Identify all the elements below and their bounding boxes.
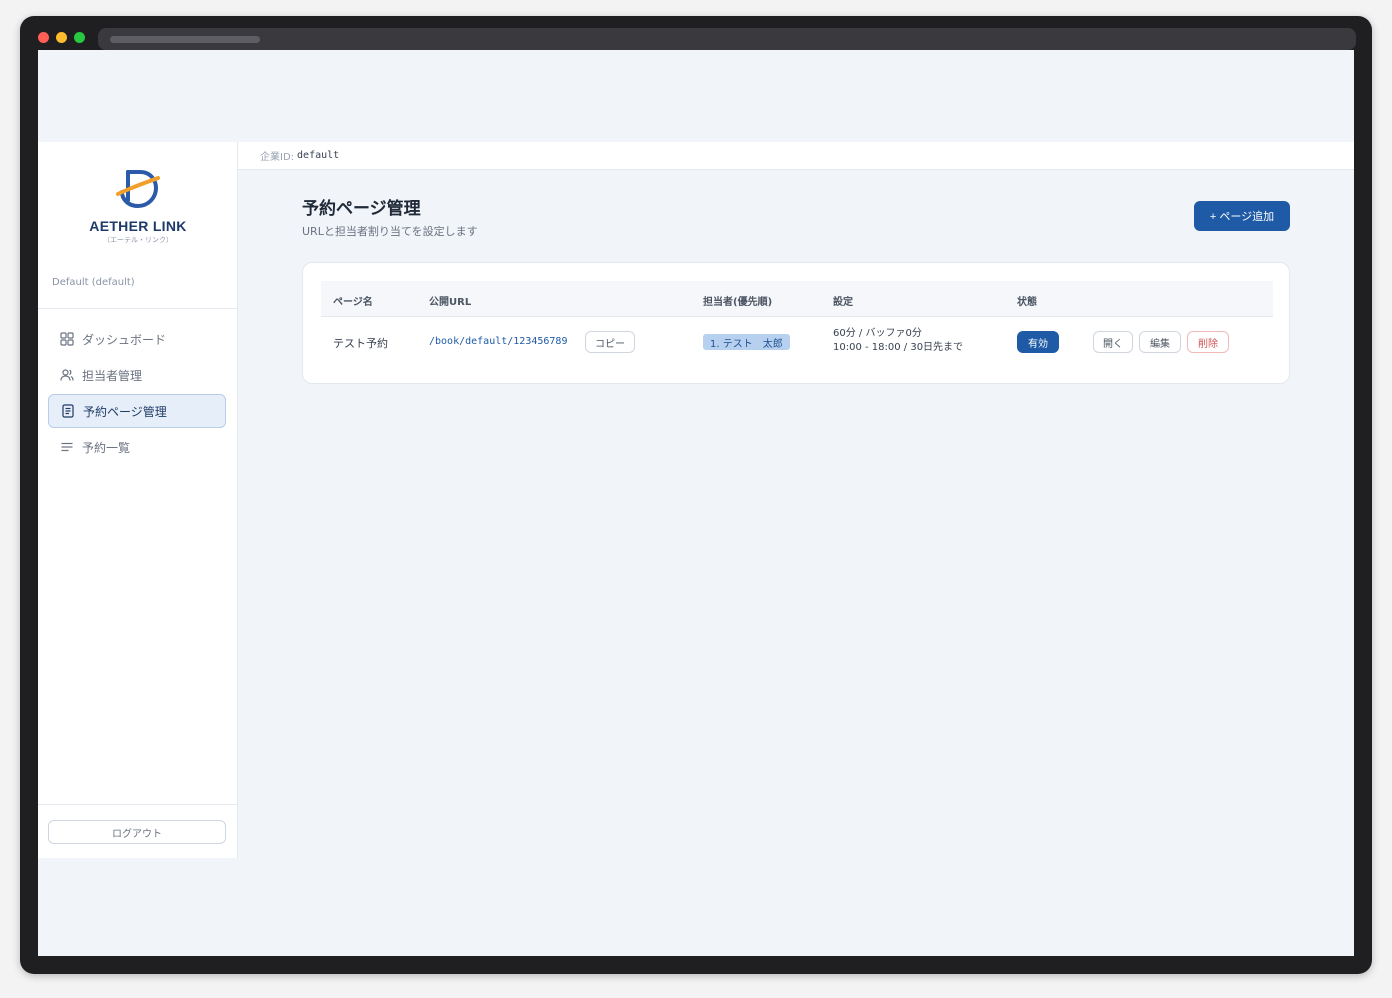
- logout-button[interactable]: ログアウト: [48, 820, 226, 844]
- app-frame: AETHER LINK （エーテル・リンク） Default (default)…: [38, 142, 1354, 858]
- sidebar-item-bookings[interactable]: 予約一覧: [48, 430, 226, 464]
- document-icon: [62, 404, 74, 418]
- browser-window: AETHER LINK （エーテル・リンク） Default (default)…: [20, 16, 1372, 974]
- column-header-public-url: 公開URL: [429, 297, 472, 308]
- address-bar-placeholder: [110, 36, 260, 43]
- page-viewport: AETHER LINK （エーテル・リンク） Default (default)…: [38, 50, 1354, 956]
- copy-url-button[interactable]: コピー: [585, 331, 635, 353]
- page-name-cell: テスト予約: [333, 337, 388, 350]
- aether-link-logo-icon: [116, 170, 160, 209]
- sidebar-item-label: 担当者管理: [82, 368, 143, 383]
- users-icon: [60, 369, 74, 381]
- page-subtitle: URLと担当者割り当てを設定します: [302, 225, 478, 238]
- sidebar-footer-divider: [38, 804, 238, 805]
- brand-subtitle: （エーテル・リンク）: [103, 236, 173, 244]
- sidebar-item-label: 予約一覧: [82, 440, 131, 455]
- minimize-window-button[interactable]: [56, 32, 67, 43]
- column-header-assignees: 担当者(優先順): [703, 297, 773, 308]
- booking-pages-table: ページ名 公開URL 担当者(優先順) 設定 状態 テスト予約 /book/de…: [302, 262, 1290, 384]
- company-id-label: 企業ID:: [260, 152, 295, 163]
- company-id-value: default: [297, 150, 340, 161]
- sidebar-item-label: 予約ページ管理: [83, 404, 167, 419]
- assignee-badge: 1. テスト 太郎: [703, 334, 790, 350]
- logo: AETHER LINK （エーテル・リンク）: [88, 164, 188, 245]
- maximize-window-button[interactable]: [74, 32, 85, 43]
- settings-duration: 60分 / バッファ0分: [833, 328, 922, 339]
- sidebar-item-staff[interactable]: 担当者管理: [48, 358, 226, 392]
- sidebar-item-booking-pages[interactable]: 予約ページ管理: [48, 394, 226, 428]
- sidebar-divider: [38, 308, 238, 309]
- grid-icon: [60, 332, 74, 346]
- column-header-status: 状態: [1017, 297, 1037, 308]
- brand-name: AETHER LINK: [89, 218, 187, 234]
- sidebar-item-dashboard[interactable]: ダッシュボード: [48, 322, 226, 356]
- address-bar[interactable]: [98, 28, 1356, 50]
- delete-button[interactable]: 削除: [1187, 331, 1229, 353]
- sidebar-nav: ダッシュボード 担当者管理 予約ページ管理 予約一覧: [48, 322, 226, 466]
- company-id-bar: 企業ID: default: [238, 142, 1354, 170]
- add-page-button[interactable]: + ページ追加: [1194, 201, 1290, 231]
- open-button[interactable]: 開く: [1093, 331, 1133, 353]
- list-icon: [61, 442, 73, 452]
- edit-button[interactable]: 編集: [1139, 331, 1181, 353]
- column-header-settings: 設定: [833, 297, 853, 308]
- page-title: 予約ページ管理: [302, 199, 421, 219]
- sidebar: AETHER LINK （エーテル・リンク） Default (default)…: [38, 142, 238, 858]
- table-header: ページ名 公開URL 担当者(優先順) 設定 状態: [321, 281, 1273, 317]
- main-content: 企業ID: default 予約ページ管理 URLと担当者割り当てを設定します …: [238, 142, 1354, 858]
- status-badge[interactable]: 有効: [1017, 331, 1059, 353]
- sidebar-item-label: ダッシュボード: [82, 332, 167, 347]
- settings-cell: 60分 / バッファ0分 10:00 - 18:00 / 30日先まで: [833, 327, 963, 355]
- browser-titlebar: [20, 16, 1372, 52]
- settings-hours: 10:00 - 18:00 / 30日先まで: [833, 342, 964, 353]
- close-window-button[interactable]: [38, 32, 49, 43]
- tenant-label: Default (default): [52, 277, 135, 288]
- column-header-page-name: ページ名: [333, 297, 373, 308]
- table-row: テスト予約 /book/default/123456789 コピー 1. テスト…: [321, 317, 1273, 367]
- public-url-link[interactable]: /book/default/123456789: [429, 336, 567, 347]
